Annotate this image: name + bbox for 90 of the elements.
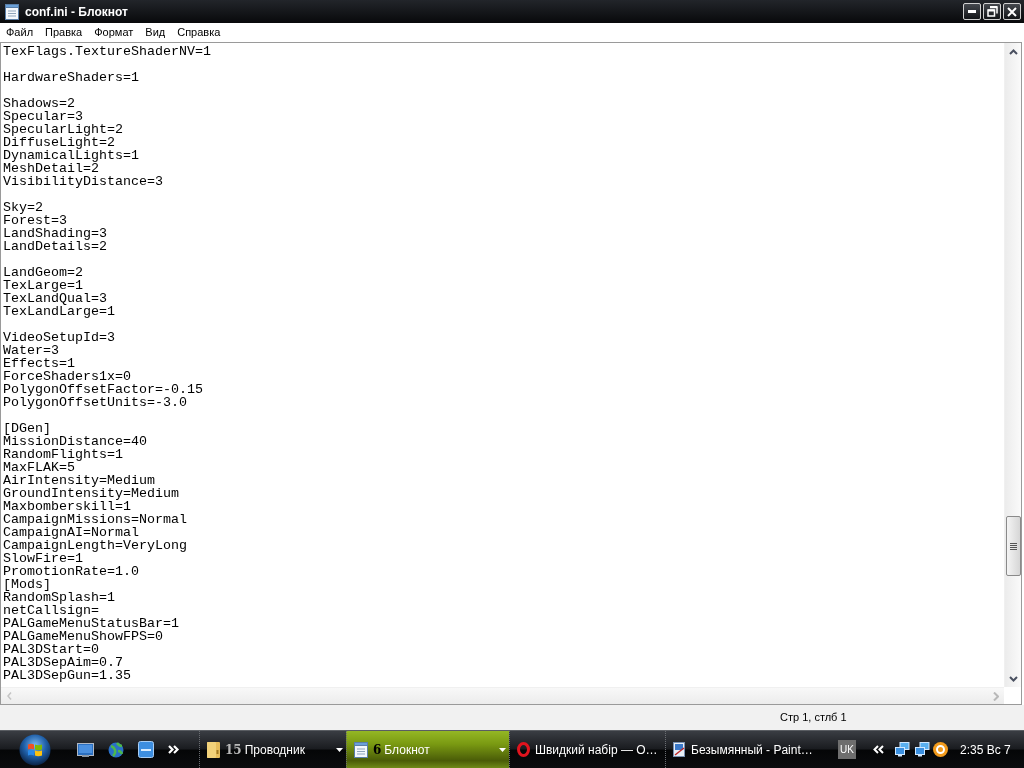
- text-line: PolygonOffsetFactor=-0.15: [3, 382, 203, 397]
- folder-icon: [207, 741, 220, 758]
- start-button[interactable]: [19, 733, 51, 766]
- text-line: LandShading=3: [3, 226, 107, 241]
- text-line: Forest=3: [3, 213, 67, 228]
- notepad-icon: [354, 741, 368, 758]
- text-line: AirIntensity=Medium: [3, 473, 155, 488]
- restore-button[interactable]: [983, 3, 1001, 20]
- text-editor-field[interactable]: [0, 42, 1022, 705]
- vertical-scrollbar[interactable]: [1004, 43, 1021, 687]
- text-line: [Mods]: [3, 577, 51, 592]
- text-line: SlowFire=1: [3, 551, 83, 566]
- text-line: TexLandLarge=1: [3, 304, 115, 319]
- more-button[interactable]: [168, 745, 180, 754]
- text-line: ForceShaders1x=0: [3, 369, 131, 384]
- text-line: PromotionRate=1.0: [3, 564, 139, 579]
- menu-item[interactable]: Файл: [0, 25, 40, 40]
- minimize-icon: [968, 10, 976, 13]
- caret-icon: [499, 747, 506, 752]
- picture-icon: [673, 742, 686, 757]
- network-icon: [915, 742, 930, 757]
- network-icon: [895, 742, 910, 757]
- text-line: PAL3DSepAim=0.7: [3, 655, 123, 670]
- text-line: LandDetails=2: [3, 239, 107, 254]
- text-line: DiffuseLight=2: [3, 135, 115, 150]
- text-line: MeshDetail=2: [3, 161, 99, 176]
- window-title: conf.ini - Блокнот: [25, 3, 128, 21]
- caret-icon: [336, 747, 343, 752]
- text-line: SpecularLight=2: [3, 122, 123, 137]
- taskbar-button[interactable]: Швидкий набір — О…: [509, 731, 665, 768]
- monitor-icon: [77, 742, 94, 757]
- menu-item[interactable]: Правка: [39, 25, 89, 40]
- text-line: LandGeom=2: [3, 265, 83, 280]
- text-line: CampaignAI=Normal: [3, 525, 139, 540]
- text-line: GroundIntensity=Medium: [3, 486, 179, 501]
- close-icon: [1007, 6, 1017, 17]
- text-line: PolygonOffsetUnits=-3.0: [3, 395, 187, 410]
- restore-icon: [986, 6, 998, 17]
- chevron-up-icon: [1009, 48, 1018, 55]
- clock: 2:35 Вс 7: [960, 741, 1011, 759]
- chevron-left-icon: [7, 692, 12, 700]
- scrollbar-thumb[interactable]: [1005, 516, 1021, 577]
- chevron-down-icon: [1009, 675, 1018, 682]
- text-line: PAL3DStart=0: [3, 642, 99, 657]
- text-line: PALGameMenuShowFPS=0: [3, 629, 163, 644]
- globe-icon: [108, 741, 124, 758]
- close-button[interactable]: [1003, 3, 1021, 20]
- browser-button[interactable]: [108, 741, 124, 758]
- notepad-icon: [5, 3, 19, 20]
- text-line: netCallsign=: [3, 603, 99, 618]
- text-line: CampaignMissions=Normal: [3, 512, 187, 527]
- double-chevron-left-icon: [873, 745, 884, 754]
- text-line: Effects=1: [3, 356, 75, 371]
- text-line: HardwareShaders=1: [3, 70, 139, 85]
- text-line: PAL3DSepGun=1.35: [3, 668, 131, 683]
- text-line: Shadows=2: [3, 96, 75, 111]
- text-line: DynamicalLights=1: [3, 148, 139, 163]
- chevron-right-icon: [992, 691, 999, 701]
- text-line: MaxFLAK=5: [3, 460, 75, 475]
- text-line: TexLarge=1: [3, 278, 83, 293]
- text-line: Specular=3: [3, 109, 83, 124]
- taskbar-button[interactable]: Безымянный - Paint…: [665, 731, 825, 768]
- menu-item[interactable]: Формат: [88, 25, 140, 40]
- text-line: Sky=2: [3, 200, 43, 215]
- grip-icon: [1009, 542, 1017, 550]
- text-line: TexFlags.TextureShaderNV=1: [3, 44, 211, 59]
- text-line: VisibilityDistance=3: [3, 174, 163, 189]
- app-tile-icon: [138, 741, 154, 758]
- text-line: TexLandQual=3: [3, 291, 107, 306]
- minimize-button[interactable]: [963, 3, 981, 20]
- text-line: Water=3: [3, 343, 59, 358]
- text-line: [DGen]: [3, 421, 51, 436]
- menu-item[interactable]: Вид: [139, 25, 172, 40]
- menu-item[interactable]: Справка: [171, 25, 227, 40]
- ring-icon: [517, 742, 530, 757]
- flag-orb-icon: [19, 733, 51, 766]
- text-line: VideoSetupId=3: [3, 330, 115, 345]
- text-line: RandomFlights=1: [3, 447, 123, 462]
- desktop-button[interactable]: [77, 742, 94, 757]
- language-indicator[interactable]: UK: [838, 740, 856, 759]
- taskbar-button[interactable]: 6 Блокнот: [346, 731, 509, 768]
- app-button[interactable]: [138, 741, 154, 758]
- text-line: PALGameMenuStatusBar=1: [3, 616, 179, 631]
- ring-icon: [933, 742, 948, 757]
- cursor-position: Стр 1, стлб 1: [780, 710, 848, 726]
- double-chevron-icon: [168, 745, 180, 754]
- text-line: RandomSplash=1: [3, 590, 115, 605]
- text-line: MissionDistance=40: [3, 434, 147, 449]
- text-line: CampaignLength=VeryLong: [3, 538, 187, 553]
- text-line: Maxbomberskill=1: [3, 499, 131, 514]
